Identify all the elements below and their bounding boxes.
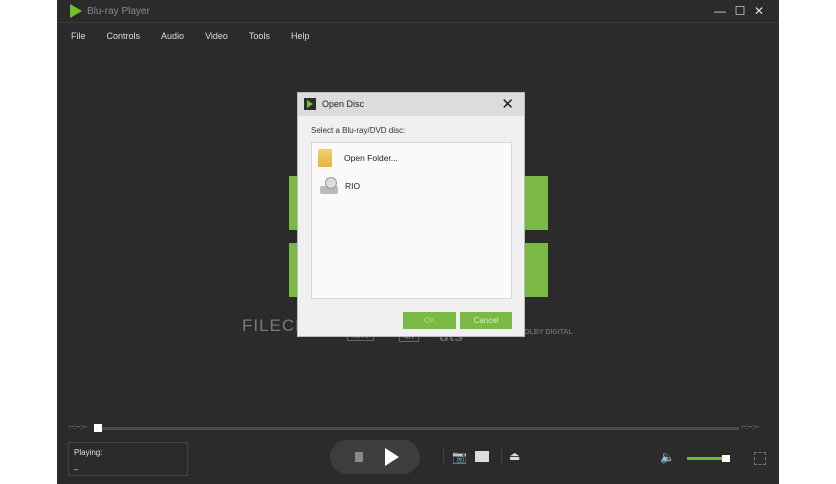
seek-bar[interactable] [99,427,739,430]
playback-controls [330,440,420,474]
ok-button[interactable]: OK [403,312,456,329]
volume-icon[interactable]: 🔈 [660,450,675,464]
maximize-button[interactable]: ☐ [732,4,748,18]
menu-bar: File Controls Audio Video Tools Help [71,31,330,41]
playing-value: – [74,465,79,474]
menu-tools[interactable]: Tools [249,31,270,41]
menu-help[interactable]: Help [291,31,310,41]
dialog-label: Select a Blu-ray/DVD disc: [311,126,406,135]
playing-label: Playing: [74,448,103,457]
divider [443,449,444,465]
menu-controls[interactable]: Controls [107,31,141,41]
title-bar: Blu-ray Player — ☐ ✕ [57,0,779,23]
dialog-title: Open Disc [322,99,365,109]
dialog-close-button[interactable]: ✕ [501,95,514,113]
dialog-title-bar: Open Disc ✕ [298,93,524,116]
disc-drive-icon [318,177,340,195]
divider [501,449,502,465]
app-title: Blu-ray Player [87,6,150,17]
volume-thumb[interactable] [722,455,730,462]
list-item-open-folder[interactable]: Open Folder... [318,149,398,167]
eject-icon[interactable]: ⏏ [509,449,520,463]
fullscreen-icon[interactable] [754,452,766,465]
cancel-button[interactable]: Cancel [460,312,512,329]
app-logo-icon [70,4,82,18]
menu-video[interactable]: Video [205,31,228,41]
app-logo-icon [304,98,316,110]
snapshot-camera-icon[interactable]: 📷 [452,450,467,464]
list-item-label: Open Folder... [344,153,398,163]
disc-list: Open Folder... RIO [311,142,512,299]
open-disc-dialog: Open Disc ✕ Select a Blu-ray/DVD disc: O… [297,92,525,337]
minimize-button[interactable]: — [712,4,728,18]
elapsed-time: --:--:-- [69,424,87,431]
folder-icon [318,149,332,167]
total-time: --:--:-- [741,424,759,431]
player-window: Blu-ray Player — ☐ ✕ File Controls Audio… [57,0,779,484]
play-button[interactable] [385,448,399,466]
list-item-label: RIO [345,181,361,191]
volume-slider[interactable] [687,457,727,460]
open-folder-icon[interactable] [475,451,489,462]
stop-button[interactable] [355,452,363,462]
close-button[interactable]: ✕ [751,4,767,18]
dolby-logo: DOLBY DIGITAL [519,329,573,336]
menu-file[interactable]: File [71,31,86,41]
seek-thumb[interactable] [94,424,102,432]
list-item-rio[interactable]: RIO [318,177,360,195]
menu-audio[interactable]: Audio [161,31,184,41]
now-playing-box: Playing: – [68,442,188,476]
